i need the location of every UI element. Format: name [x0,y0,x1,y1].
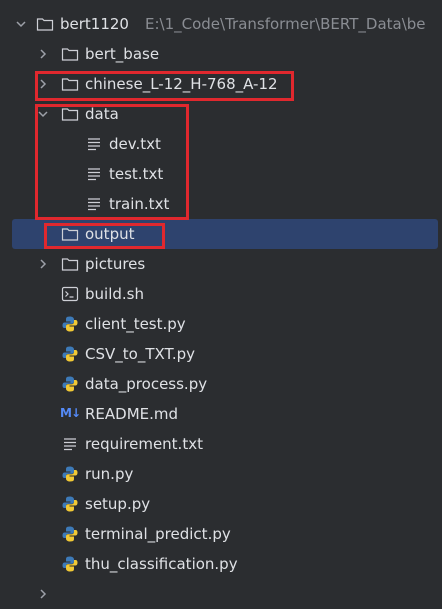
project-tree: bert1120 E:\1_Code\Transformer\BERT_Data… [0,0,442,599]
python-file-icon [62,466,78,482]
tree-item-label: requirement.txt [85,435,203,453]
tree-item-label: run.py [85,465,134,483]
tree-item-bert-base[interactable]: bert_base [0,39,442,69]
tree-item-label: train.txt [109,195,170,213]
folder-icon [36,18,54,31]
tree-item-test-txt[interactable]: test.txt [0,159,442,189]
tree-item-label: CSV_to_TXT.py [85,345,196,363]
python-file-icon [62,496,78,512]
python-file-icon [62,346,78,362]
tree-item-partial [0,579,442,609]
tree-item-setup-py[interactable]: setup.py [0,489,442,519]
python-file-icon [62,376,78,392]
root-folder-path: E:\1_Code\Transformer\BERT_Data\be [145,15,426,33]
folder-icon [61,108,79,121]
tree-item-output[interactable]: output [12,219,438,249]
chevron-right-icon[interactable] [36,77,50,91]
tree-item-pictures[interactable]: pictures [0,249,442,279]
python-file-icon [62,556,78,572]
tree-item-train-txt[interactable]: train.txt [0,189,442,219]
tree-root-bert1120[interactable]: bert1120 E:\1_Code\Transformer\BERT_Data… [0,9,442,39]
tree-item-label: bert_base [85,45,160,63]
markdown-file-icon: M↓ [60,406,81,420]
tree-item-label: pictures [85,255,146,273]
text-file-icon [64,438,76,451]
chevron-right-icon[interactable] [36,47,50,61]
text-file-icon [88,138,100,151]
tree-item-chinese-l-12[interactable]: chinese_L-12_H-768_A-12 [0,69,442,99]
tree-item-build-sh[interactable]: build.sh [0,279,442,309]
tree-item-label: setup.py [85,495,151,513]
tree-item-readme-md[interactable]: M↓ README.md [0,399,442,429]
tree-item-data[interactable]: data [0,99,442,129]
tree-item-label: data_process.py [85,375,208,393]
tree-item-run-py[interactable]: run.py [0,459,442,489]
chevron-down-icon[interactable] [14,17,28,31]
tree-item-label: build.sh [85,285,144,303]
tree-item-label: output [85,225,135,243]
python-file-icon [62,316,78,332]
text-file-icon [88,168,100,181]
tree-item-dev-txt[interactable]: dev.txt [0,129,442,159]
tree-item-label: test.txt [109,165,164,183]
terminal-file-icon [61,286,79,302]
tree-item-requirement-txt[interactable]: requirement.txt [0,429,442,459]
tree-item-label: data [85,105,119,123]
tree-item-terminal-predict-py[interactable]: terminal_predict.py [0,519,442,549]
folder-icon [61,78,79,91]
folder-icon [61,258,79,271]
tree-item-label: terminal_predict.py [85,525,231,543]
tree-item-client-test-py[interactable]: client_test.py [0,309,442,339]
tree-item-csv-to-txt-py[interactable]: CSV_to_TXT.py [0,339,442,369]
tree-item-label: thu_classification.py [85,555,238,573]
folder-icon [61,48,79,61]
tree-item-data-process-py[interactable]: data_process.py [0,369,442,399]
tree-item-label: README.md [85,405,179,423]
chevron-down-icon[interactable] [36,107,50,121]
tree-item-label: chinese_L-12_H-768_A-12 [85,75,278,93]
tree-item-thu-classification-py[interactable]: thu_classification.py [0,549,442,579]
text-file-icon [88,198,100,211]
tree-item-label: dev.txt [109,135,161,153]
root-folder-name: bert1120 [60,15,129,33]
chevron-right-icon[interactable] [36,257,50,271]
chevron-right-icon [40,589,47,599]
python-file-icon [62,526,78,542]
tree-item-label: client_test.py [85,315,186,333]
folder-icon [61,228,79,241]
